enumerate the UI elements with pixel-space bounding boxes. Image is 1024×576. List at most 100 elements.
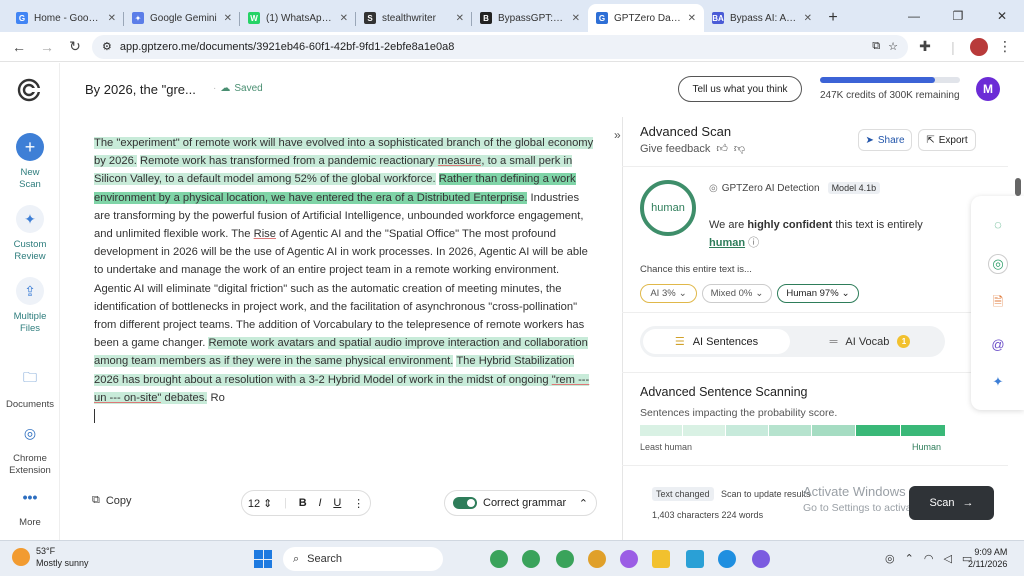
start-button[interactable]	[254, 550, 272, 568]
volume-icon[interactable]: ◁	[943, 552, 951, 565]
tell-us-button[interactable]: Tell us what you think	[678, 76, 802, 102]
close-window-icon[interactable]: ✕	[980, 0, 1024, 32]
more-button[interactable]: ••• More	[0, 483, 60, 528]
scan-button[interactable]: Scan →	[909, 486, 994, 520]
underline-button[interactable]: U	[333, 497, 341, 509]
divider: |	[284, 497, 288, 509]
more-format-icon[interactable]: ⋮	[353, 497, 364, 510]
chevron-up-icon[interactable]: ⌃	[905, 552, 914, 565]
document-icon[interactable]: 🗎	[988, 294, 1008, 314]
discord-icon[interactable]	[752, 550, 770, 568]
feedback-label: Give feedback	[640, 142, 711, 155]
grammar-switch[interactable]	[453, 497, 477, 509]
highlighted-sentence[interactable]: measure	[437, 155, 482, 168]
chrome-profile-3-icon[interactable]	[556, 550, 574, 568]
wifi-icon[interactable]: ◠	[924, 552, 934, 565]
file-explorer-icon[interactable]	[652, 550, 670, 568]
highlighted-sentence[interactable]: Rise	[254, 228, 276, 240]
chrome-extension-label: Chrome Extension	[9, 453, 51, 476]
mixed-percent: Mixed 0%	[710, 288, 753, 299]
browser-tab[interactable]: G GPTZero Dashb ✕	[588, 4, 704, 32]
correct-grammar-toggle[interactable]: Correct grammar ⌃	[444, 490, 597, 516]
back-icon[interactable]: ←	[8, 36, 30, 58]
new-tab-icon[interactable]: +	[820, 4, 846, 32]
new-scan-button[interactable]: + New Scan	[0, 133, 60, 191]
bookmark-star-icon[interactable]: ☆	[888, 40, 898, 53]
gptzero-logo-icon[interactable]	[16, 77, 42, 103]
site-info-icon[interactable]: ⚙	[102, 40, 112, 53]
detector-icon[interactable]: ◎	[988, 254, 1008, 274]
text-changed-badge: Text changed	[652, 487, 714, 501]
close-tab-icon[interactable]: ✕	[456, 13, 464, 24]
documents-label: Documents	[5, 399, 55, 410]
human-percent-pill[interactable]: Human 97% ⌄	[777, 284, 859, 303]
system-tray: ◎ ⌃ ◠ ◁ ▭	[885, 552, 972, 565]
multiple-files-button[interactable]: ⇪ Multiple Files	[0, 277, 60, 335]
share-button[interactable]: ➤ Share	[858, 129, 912, 151]
document-title[interactable]: By 2026, the "gre...	[85, 82, 196, 97]
loading-spinner-icon[interactable]: ◌	[988, 214, 1008, 234]
minimize-icon[interactable]: —	[892, 0, 936, 32]
browser-tab[interactable]: BA Bypass AI: Anti A ✕	[704, 4, 820, 32]
detector-label: ◎ GPTZero AI Detection Model 4.1b	[709, 182, 881, 194]
browser-profile-avatar[interactable]	[970, 37, 988, 56]
weather-widget[interactable]: 53°F Mostly sunny	[12, 545, 89, 569]
temperature: 53°F	[36, 546, 56, 556]
confidence-class[interactable]: human	[709, 237, 745, 249]
copy-button[interactable]: ⧉ Copy	[92, 494, 132, 507]
credits-progress-fill	[820, 77, 936, 83]
export-button[interactable]: ⇱ Export	[918, 129, 976, 151]
italic-button[interactable]: I	[319, 497, 322, 509]
close-tab-icon[interactable]: ✕	[340, 13, 348, 24]
custom-review-button[interactable]: ✦ Custom Review	[0, 205, 60, 263]
custom-review-label: Custom Review	[13, 239, 47, 262]
panel-scrollbar[interactable]	[1015, 178, 1021, 196]
copilot-icon[interactable]	[620, 550, 638, 568]
tab-ai-vocab[interactable]: ═ AI Vocab 1	[800, 329, 940, 354]
reload-icon[interactable]: ↻	[64, 36, 86, 58]
browser-tab[interactable]: W (1) WhatsApp B ✕	[240, 4, 356, 32]
browser-tab[interactable]: Sstealthwriter ✕	[356, 4, 472, 32]
chrome-icon[interactable]	[588, 550, 606, 568]
browser-tab[interactable]: ✦ Google Gemini ✕	[124, 4, 240, 32]
collapse-panel-icon[interactable]: »	[614, 128, 621, 142]
documents-button[interactable]: 🗀 Documents	[0, 365, 60, 410]
chrome-profile-1-icon[interactable]	[490, 550, 508, 568]
highlighted-sentence[interactable]: Remote work has transformed from a pande…	[140, 155, 438, 168]
highlighted-sentence[interactable]: debates.	[161, 391, 208, 404]
user-avatar[interactable]: M	[976, 77, 1000, 101]
close-tab-icon[interactable]: ✕	[688, 13, 696, 24]
weather-text: 53°F Mostly sunny	[36, 545, 89, 569]
install-app-icon[interactable]: ⧉	[872, 40, 880, 53]
store-icon[interactable]	[686, 550, 704, 568]
close-tab-icon[interactable]: ✕	[108, 13, 116, 24]
restore-icon[interactable]: ❐	[936, 0, 980, 32]
mixed-percent-pill[interactable]: Mixed 0% ⌄	[702, 284, 772, 303]
taskbar-search[interactable]: ⌕ Search	[283, 547, 443, 571]
url-bar[interactable]: ⚙ app.gptzero.me/documents/3921eb46-60f1…	[92, 34, 908, 59]
close-tab-icon[interactable]: ✕	[224, 13, 232, 24]
ai-percent-pill[interactable]: AI 3% ⌄	[640, 284, 697, 303]
close-tab-icon[interactable]: ✕	[804, 13, 812, 24]
thumbs-down-icon[interactable]: 👎︎	[734, 142, 745, 155]
forward-icon[interactable]: →	[36, 36, 58, 58]
chrome-profile-2-icon[interactable]	[522, 550, 540, 568]
browser-tab[interactable]: B BypassGPT: Free ✕	[472, 4, 588, 32]
spiral-icon[interactable]: @	[988, 334, 1008, 354]
document-editor[interactable]: The "experiment" of remote work will hav…	[94, 134, 594, 425]
sparkle-icon[interactable]: ✦	[988, 372, 1008, 392]
font-size-select[interactable]: 12 ⇕	[248, 497, 273, 510]
browser-menu-icon[interactable]: ⋮	[994, 36, 1016, 58]
extensions-icon[interactable]: ✚	[914, 36, 936, 58]
edge-icon[interactable]	[718, 550, 736, 568]
thumbs-up-icon[interactable]: 👍︎	[716, 142, 728, 155]
tab-ai-sentences[interactable]: ☰ AI Sentences	[643, 329, 790, 354]
close-tab-icon[interactable]: ✕	[572, 13, 580, 24]
system-tray-icon[interactable]: ◎	[885, 552, 895, 565]
info-icon[interactable]: ⓘ	[748, 237, 759, 249]
clock[interactable]: 9:09 AM 2/11/2026	[968, 546, 1007, 570]
chrome-extension-button[interactable]: ◎ Chrome Extension	[0, 419, 60, 477]
browser-tab[interactable]: G Home - Google ✕	[8, 4, 124, 32]
bold-button[interactable]: B	[299, 497, 307, 509]
panel-title: Advanced Scan	[640, 124, 732, 139]
